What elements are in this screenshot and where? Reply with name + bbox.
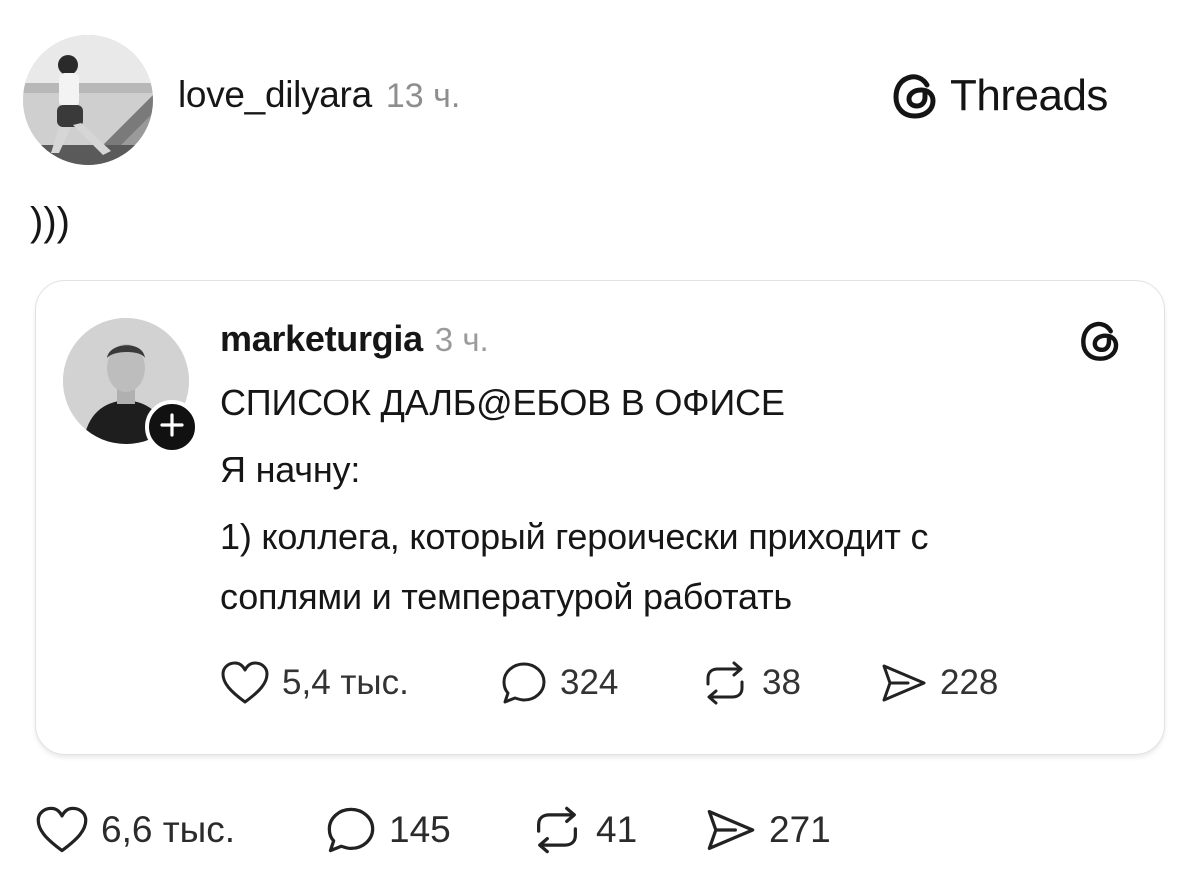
post-timestamp: 13 ч.	[385, 77, 461, 115]
post-repost-count: 41	[596, 809, 638, 850]
heart-icon	[220, 660, 270, 706]
post-like-count: 6,6 тыс.	[101, 809, 236, 850]
quoted-repost-count: 38	[762, 663, 801, 702]
quoted-share-count: 228	[940, 663, 999, 702]
threads-logo-icon	[890, 70, 942, 122]
post-reply-count: 145	[389, 809, 451, 850]
plus-icon	[159, 412, 185, 443]
threads-logo-icon	[1081, 321, 1119, 361]
send-paper-plane-icon	[705, 805, 757, 855]
heart-icon	[35, 805, 89, 855]
quoted-repost-button[interactable]: 38	[700, 660, 801, 706]
post-repost-button[interactable]: 41	[530, 805, 637, 855]
quoted-text-line-3: 1) коллега, который героически приходит …	[220, 516, 929, 557]
quoted-timestamp: 3 ч.	[434, 321, 489, 358]
comment-bubble-icon	[325, 805, 377, 855]
post-author-username[interactable]: love_dilyara	[178, 74, 372, 116]
post-share-count: 271	[769, 809, 831, 850]
repost-arrows-icon	[530, 805, 584, 855]
quoted-text-line-2: Я начну:	[220, 449, 361, 490]
quoted-like-count: 5,4 тыс.	[282, 663, 409, 702]
post-like-button[interactable]: 6,6 тыс.	[35, 805, 235, 855]
quoted-threads-icon[interactable]	[1078, 318, 1124, 369]
repost-arrows-icon	[700, 660, 750, 706]
post-author-line: love_dilyara 13 ч.	[178, 74, 460, 116]
follow-button[interactable]	[145, 400, 199, 454]
quoted-reply-count: 324	[560, 663, 619, 702]
send-paper-plane-icon	[880, 660, 928, 706]
threads-brand[interactable]: Threads	[890, 70, 1108, 122]
quoted-text-line-4: соплями и температурой работать	[220, 576, 792, 617]
quoted-like-button[interactable]: 5,4 тыс.	[220, 660, 409, 706]
avatar-photo	[23, 35, 153, 165]
quoted-author-username[interactable]: marketurgia	[220, 318, 423, 360]
quoted-author-line: marketurgia 3 ч.	[220, 318, 489, 360]
threads-brand-label: Threads	[950, 71, 1108, 120]
post-text: )))	[30, 200, 70, 244]
comment-bubble-icon	[500, 660, 548, 706]
quoted-text-line-1: СПИСОК ДАЛБ@ЕБОВ В ОФИСЕ	[220, 382, 785, 423]
post-reply-button[interactable]: 145	[325, 805, 451, 855]
quoted-share-button[interactable]: 228	[880, 660, 998, 706]
quoted-reply-button[interactable]: 324	[500, 660, 618, 706]
author-avatar[interactable]	[23, 35, 153, 165]
post-share-button[interactable]: 271	[705, 805, 831, 855]
